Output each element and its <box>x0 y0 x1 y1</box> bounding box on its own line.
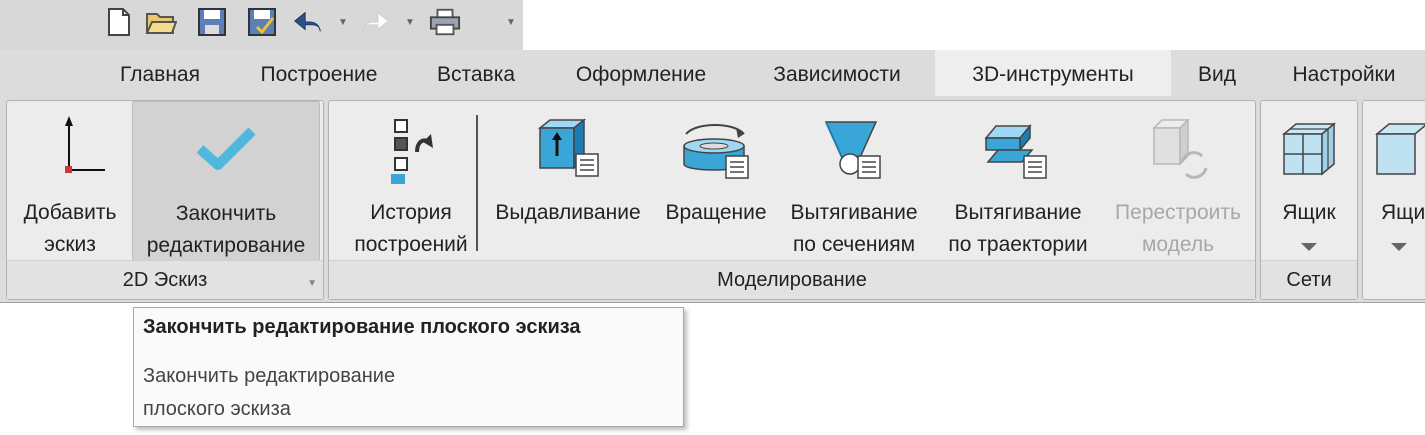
print-icon[interactable] <box>429 6 461 38</box>
loft-button[interactable]: Вытягивание по сечениям <box>781 101 927 259</box>
loft-icon <box>781 113 927 185</box>
quick-access-toolbar: ▼ ▼ ▼ <box>0 0 523 50</box>
group-2d-sketch: Добавить эскиз Закончить редактирование … <box>6 100 324 300</box>
tab-build[interactable]: Построение <box>234 50 404 96</box>
tab-insert[interactable]: Вставка <box>414 50 538 96</box>
group-label-2d-sketch: 2D Эскиз <box>7 260 323 299</box>
tooltip: Закончить редактирование плоского эскиза… <box>133 307 684 427</box>
sweep-label: Вытягивание по траектории <box>948 201 1088 256</box>
history-icon <box>341 113 481 185</box>
tab-view[interactable]: Вид <box>1176 50 1258 96</box>
redo-icon <box>359 6 391 38</box>
sketch-axes-icon <box>9 113 131 185</box>
tab-constraints[interactable]: Зависимости <box>744 50 930 96</box>
box-button-2[interactable]: Ящи <box>1363 101 1425 259</box>
sweep-button[interactable]: Вытягивание по траектории <box>933 101 1103 259</box>
group-grids: Ящик Сети <box>1260 100 1358 300</box>
add-sketch-label: Добавить эскиз <box>23 201 117 256</box>
finish-editing-button[interactable]: Закончить редактирование <box>132 101 320 261</box>
undo-dropdown-icon[interactable]: ▼ <box>337 8 349 36</box>
chevron-down-icon <box>1391 243 1407 251</box>
group-label-modeling: Моделирование <box>329 260 1255 299</box>
tab-design[interactable]: Оформление <box>548 50 734 96</box>
checkmark-icon <box>133 114 319 186</box>
build-history-button[interactable]: История построений <box>341 101 481 259</box>
save-as-icon[interactable] <box>246 6 278 38</box>
revolve-button[interactable]: Вращение <box>655 101 777 259</box>
group-modeling: История построений Выдавливание Вращение… <box>328 100 1256 300</box>
add-sketch-button[interactable]: Добавить эскиз <box>9 101 131 259</box>
box-icon <box>1363 113 1425 185</box>
finish-editing-label: Закончить редактирование <box>146 202 306 257</box>
extrude-button[interactable]: Выдавливание <box>487 101 649 259</box>
ribbon-panel: Добавить эскиз Закончить редактирование … <box>0 96 1425 303</box>
group-label-grids: Сети <box>1261 260 1357 299</box>
revolve-label: Вращение <box>665 201 767 224</box>
loft-label: Вытягивание по сечениям <box>790 201 918 256</box>
open-folder-icon[interactable] <box>145 6 177 38</box>
rebuild-model-label: Перестроить модель <box>1115 201 1241 256</box>
undo-icon[interactable] <box>292 6 324 38</box>
revolve-icon <box>655 113 777 185</box>
extrude-icon <box>487 113 649 185</box>
tooltip-description: Закончить редактирование плоского эскиза <box>143 365 396 420</box>
new-document-icon[interactable] <box>103 6 135 38</box>
tab-settings[interactable]: Настройки <box>1268 50 1420 96</box>
rebuild-model-button: Перестроить модель <box>1107 101 1249 259</box>
tooltip-title: Закончить редактирование плоского эскиза <box>143 316 581 338</box>
save-icon[interactable] <box>196 6 228 38</box>
group-launcher-icon[interactable]: ▼ <box>307 278 317 289</box>
box-grid-icon <box>1263 113 1355 185</box>
chevron-down-icon <box>1301 243 1317 251</box>
separator <box>476 115 478 251</box>
tab-3d-tools[interactable]: 3D-инструменты <box>935 50 1171 96</box>
sweep-icon <box>933 113 1103 185</box>
ribbon-tabs: Главная Построение Вставка Оформление За… <box>0 50 1425 96</box>
box-label: Ящик <box>1263 197 1355 261</box>
extrude-label: Выдавливание <box>495 201 641 224</box>
tab-home[interactable]: Главная <box>96 50 224 96</box>
build-history-label: История построений <box>354 201 468 256</box>
box-button[interactable]: Ящик <box>1263 101 1355 259</box>
box-label-2: Ящи <box>1363 197 1425 261</box>
customize-toolbar-icon[interactable]: ▼ <box>505 8 517 36</box>
redo-dropdown-icon: ▼ <box>405 16 415 28</box>
group-partial: Ящи <box>1362 100 1425 300</box>
rebuild-model-icon <box>1107 113 1249 185</box>
